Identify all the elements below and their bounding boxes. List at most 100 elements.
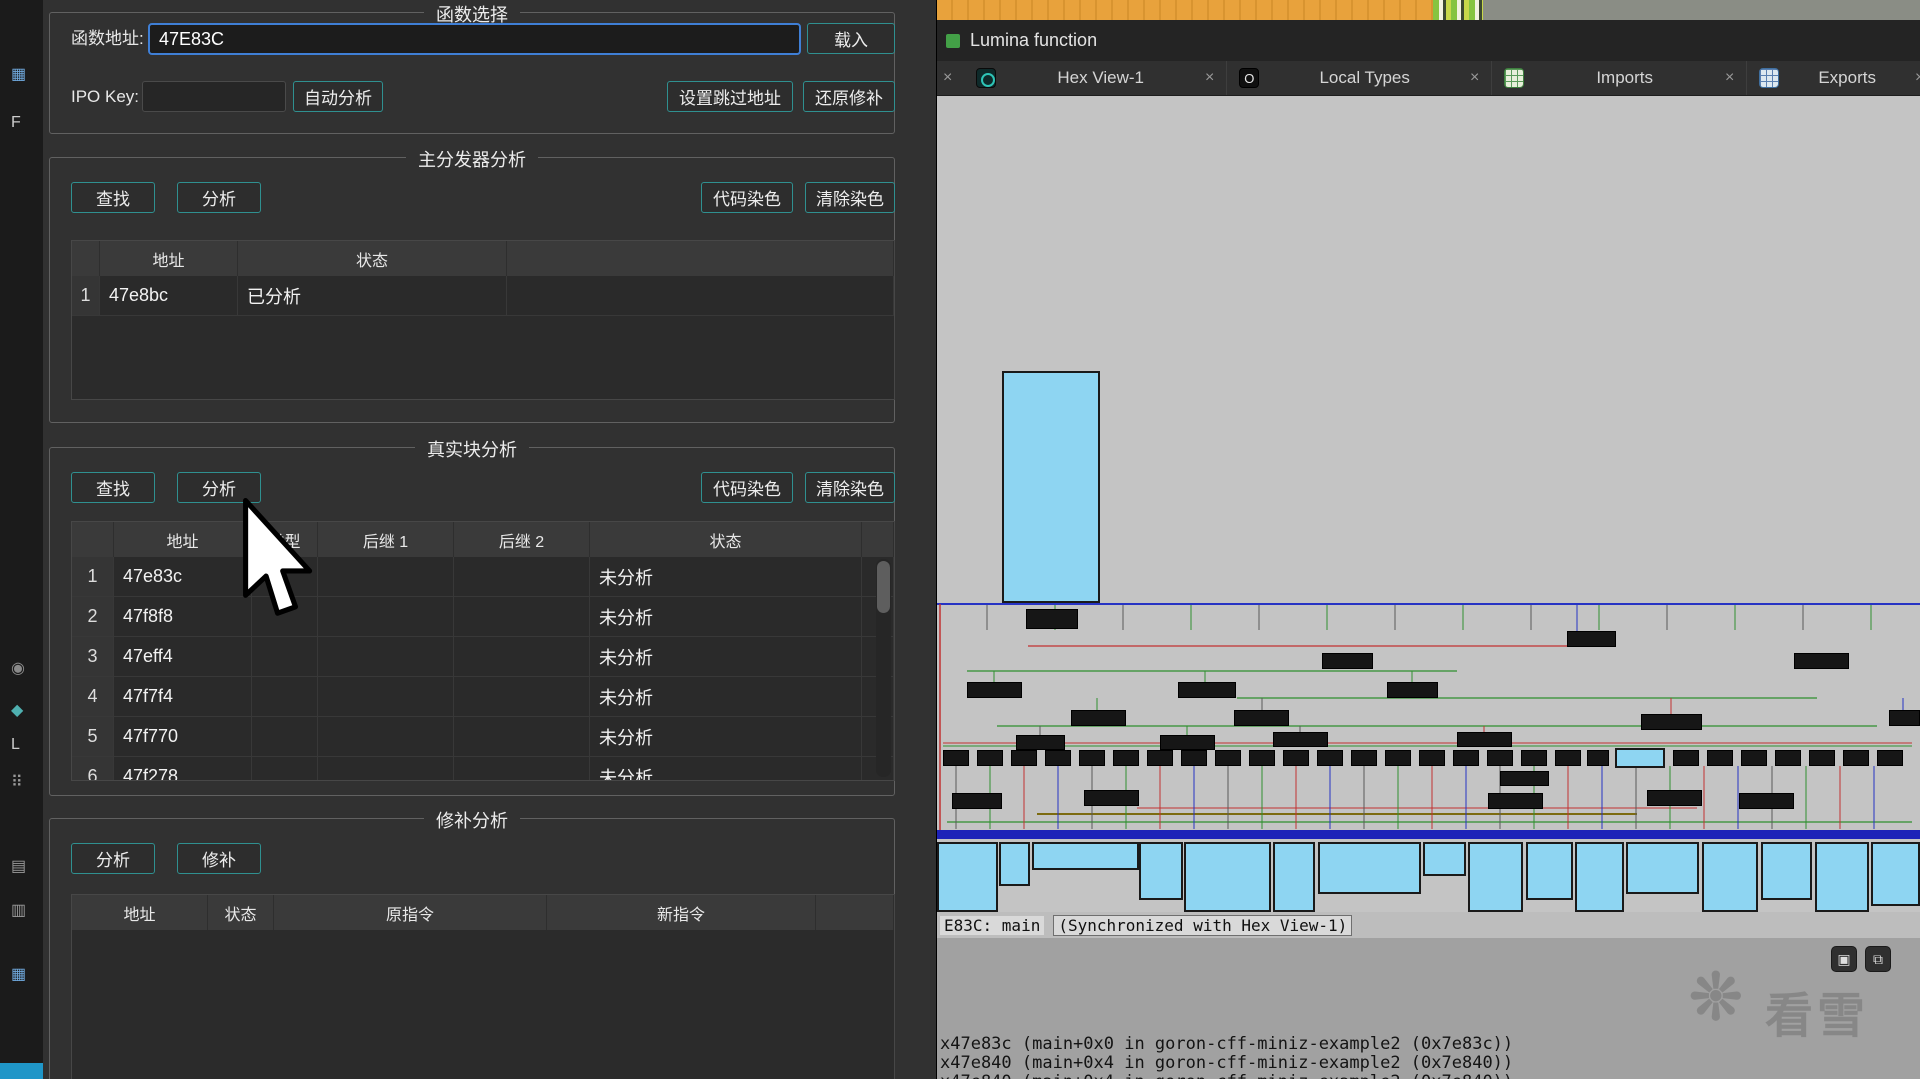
basic-block[interactable]	[967, 682, 1022, 698]
cell[interactable]	[252, 637, 318, 677]
set-skip-address-button[interactable]: 设置跳过地址	[667, 81, 793, 112]
basic-block[interactable]	[1026, 609, 1078, 629]
cell[interactable]: 未分析	[590, 717, 862, 757]
basic-block[interactable]	[1032, 842, 1139, 870]
load-button[interactable]: 载入	[807, 23, 895, 54]
cell[interactable]	[318, 637, 454, 677]
graph-overview-view[interactable]	[937, 96, 1920, 912]
ida-navigator-band[interactable]	[937, 0, 1920, 20]
strip-icon[interactable]: ▦	[11, 64, 26, 84]
basic-block[interactable]	[1273, 842, 1315, 912]
basic-block[interactable]	[1555, 750, 1581, 766]
basic-block[interactable]	[1249, 750, 1275, 766]
cell[interactable]: 3	[72, 637, 114, 677]
dispatcher-clear-color-button[interactable]: 清除染色	[805, 182, 895, 213]
basic-block[interactable]	[999, 842, 1030, 886]
basic-block[interactable]	[1889, 710, 1920, 726]
cell[interactable]	[252, 757, 318, 780]
graph-toolbar-button-1[interactable]: ▣	[1831, 946, 1857, 972]
dispatcher-colorize-button[interactable]: 代码染色	[701, 182, 793, 213]
basic-block[interactable]	[952, 793, 1002, 809]
strip-icon[interactable]: ▥	[11, 900, 26, 920]
basic-block[interactable]	[1815, 842, 1869, 912]
realblock-colorize-button[interactable]: 代码染色	[701, 472, 793, 503]
strip-icon[interactable]: ▤	[11, 856, 26, 876]
basic-block[interactable]	[1567, 631, 1616, 647]
strip-icon[interactable]: ⠿	[11, 772, 23, 792]
basic-block[interactable]	[1318, 842, 1421, 894]
cell[interactable]	[454, 557, 590, 597]
cell[interactable]: 47f278	[114, 757, 252, 780]
table-row[interactable]: 1 47e83c 未分析	[72, 557, 894, 597]
cell[interactable]: 已分析	[238, 276, 507, 316]
dispatcher-find-button[interactable]: 查找	[71, 182, 155, 213]
cell[interactable]: 47f8f8	[114, 597, 252, 637]
basic-block[interactable]	[1673, 750, 1699, 766]
basic-block[interactable]	[1453, 750, 1479, 766]
basic-block[interactable]	[1113, 750, 1139, 766]
cell[interactable]: 4	[72, 677, 114, 717]
tab-close-icon[interactable]: ×	[1205, 69, 1214, 87]
table-row[interactable]: 4 47f7f4 未分析	[72, 677, 894, 717]
graph-toolbar-button-2[interactable]: ⧉	[1865, 946, 1891, 972]
cell[interactable]: 未分析	[590, 677, 862, 717]
basic-block[interactable]	[1147, 750, 1173, 766]
basic-block[interactable]	[1500, 771, 1549, 786]
basic-block[interactable]	[1843, 750, 1869, 766]
cell[interactable]: 47e8bc	[100, 276, 238, 316]
patch-table[interactable]: 地址 状态 原指令 新指令	[71, 894, 895, 1079]
cell[interactable]: 47f7f4	[114, 677, 252, 717]
basic-block[interactable]	[1809, 750, 1835, 766]
patch-analyze-button[interactable]: 分析	[71, 843, 155, 874]
strip-icon[interactable]: L	[11, 736, 20, 754]
output-line[interactable]: x47e840 (main+0x4 in goron-cff-miniz-exa…	[940, 1053, 1513, 1073]
cell[interactable]: 1	[72, 557, 114, 597]
cell[interactable]: 47f770	[114, 717, 252, 757]
strip-icon[interactable]: ◉	[11, 658, 25, 678]
cell[interactable]	[454, 757, 590, 780]
strip-icon[interactable]: F	[11, 114, 21, 132]
basic-block[interactable]	[1647, 790, 1702, 806]
cell[interactable]	[454, 717, 590, 757]
basic-block[interactable]	[1419, 750, 1445, 766]
basic-block[interactable]	[1273, 732, 1328, 747]
auto-analyze-button[interactable]: 自动分析	[293, 81, 383, 112]
output-line[interactable]: x47e83c (main+0x0 in goron-cff-miniz-exa…	[940, 1034, 1513, 1054]
cell[interactable]: 未分析	[590, 557, 862, 597]
cell[interactable]: 2	[72, 597, 114, 637]
basic-block[interactable]	[1351, 750, 1377, 766]
cell[interactable]	[318, 757, 454, 780]
basic-block[interactable]	[1526, 842, 1573, 900]
cell[interactable]: 1	[72, 276, 100, 316]
tab-close-icon[interactable]: ×	[1470, 69, 1479, 87]
cell[interactable]: 未分析	[590, 597, 862, 637]
cell[interactable]	[454, 677, 590, 717]
cell[interactable]	[454, 597, 590, 637]
ipo-key-input[interactable]	[142, 81, 286, 112]
cell[interactable]: 6	[72, 757, 114, 780]
basic-block[interactable]	[1521, 750, 1547, 766]
basic-block[interactable]	[1707, 750, 1733, 766]
basic-block[interactable]	[1079, 750, 1105, 766]
basic-block[interactable]	[1071, 710, 1126, 726]
tab-close-icon[interactable]: ×	[1915, 69, 1920, 87]
tab-close-icon[interactable]: ×	[1725, 69, 1734, 87]
restore-patch-button[interactable]: 还原修补	[803, 81, 895, 112]
basic-block[interactable]	[1184, 842, 1271, 912]
tab-exports[interactable]: Exports ×	[1747, 61, 1920, 95]
basic-block[interactable]	[1702, 842, 1758, 912]
strip-icon[interactable]: ▦	[11, 964, 26, 984]
basic-block[interactable]	[1283, 750, 1309, 766]
cell[interactable]	[318, 597, 454, 637]
tab-hex-view-1[interactable]: Hex View-1 ×	[964, 61, 1228, 95]
patch-apply-button[interactable]: 修补	[177, 843, 261, 874]
basic-block[interactable]	[1775, 750, 1801, 766]
cell[interactable]	[318, 677, 454, 717]
basic-block[interactable]	[1139, 842, 1183, 900]
table-row[interactable]: 6 47f278 未分析	[72, 757, 894, 780]
basic-block[interactable]	[1468, 842, 1523, 912]
basic-block[interactable]	[1002, 371, 1100, 603]
basic-block[interactable]	[1160, 735, 1215, 750]
basic-block[interactable]	[937, 842, 998, 912]
basic-block[interactable]	[1423, 842, 1466, 876]
